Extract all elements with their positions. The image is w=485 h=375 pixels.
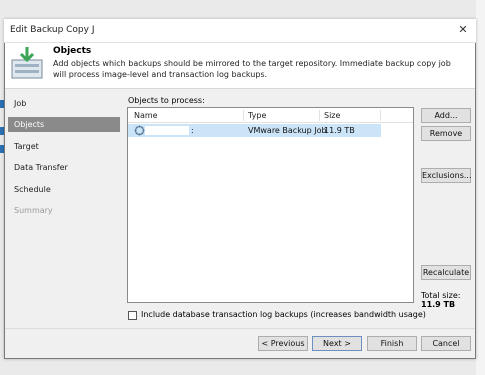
dialog-title: Edit Backup Copy J: [10, 25, 95, 35]
include-log-backups-checkbox[interactable]: [128, 311, 137, 320]
column-header-size[interactable]: Size: [324, 111, 340, 120]
row-size: 11.9 TB: [324, 126, 355, 135]
step-description: Add objects which backups should be mirr…: [53, 59, 451, 79]
objects-list-label: Objects to process:: [128, 96, 205, 105]
recalculate-button[interactable]: Recalculate: [421, 265, 471, 280]
nav-item-target[interactable]: Target: [8, 139, 120, 154]
exclusions-button[interactable]: Exclusions...: [421, 168, 472, 183]
close-icon[interactable]: ✕: [456, 23, 470, 37]
column-header-name[interactable]: Name: [134, 111, 158, 120]
column-header-type[interactable]: Type: [248, 111, 266, 120]
footer-divider: [5, 328, 475, 329]
objects-step-icon: [11, 47, 43, 79]
background-window-edge: [476, 0, 485, 375]
objects-list[interactable]: Name Type Size : VMware Backup Job 11.9 …: [127, 107, 414, 303]
dialog-titlebar: Edit Backup Copy J ✕: [4, 19, 476, 43]
nav-item-summary: Summary: [14, 206, 53, 215]
column-divider: [380, 110, 381, 121]
row-type: VMware Backup Job: [248, 126, 327, 135]
backup-job-icon: [134, 125, 145, 136]
row-name: :: [191, 126, 194, 135]
step-title: Objects: [53, 46, 92, 56]
total-size-value: 11.9 TB: [421, 300, 456, 309]
finish-button[interactable]: Finish: [367, 336, 417, 351]
table-row[interactable]: : VMware Backup Job 11.9 TB: [128, 124, 381, 137]
objects-list-header: Name Type Size: [128, 108, 413, 123]
column-divider: [243, 110, 244, 121]
column-divider: [319, 110, 320, 121]
next-button[interactable]: Next >: [312, 336, 362, 351]
dialog-header: Objects Add objects which backups should…: [5, 43, 475, 87]
nav-item-data-transfer[interactable]: Data Transfer: [8, 160, 120, 175]
include-log-backups-label[interactable]: Include database transaction log backups…: [141, 310, 426, 319]
nav-item-objects[interactable]: Objects: [8, 117, 120, 132]
previous-button[interactable]: < Previous: [258, 336, 308, 351]
add-button[interactable]: Add...: [421, 108, 471, 123]
cancel-button[interactable]: Cancel: [421, 336, 471, 351]
nav-item-schedule[interactable]: Schedule: [8, 182, 120, 197]
remove-button[interactable]: Remove: [421, 126, 471, 141]
total-size-label: Total size:: [421, 291, 461, 300]
redacted-name: [145, 126, 189, 135]
nav-item-job[interactable]: Job: [8, 96, 120, 111]
